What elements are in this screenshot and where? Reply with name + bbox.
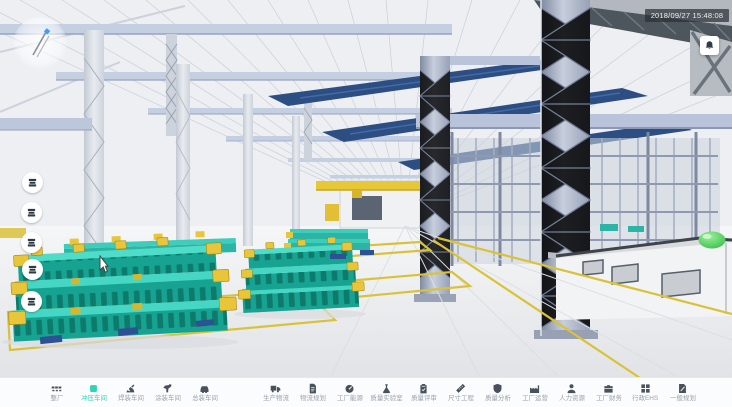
- flask-icon: [381, 383, 392, 394]
- module-production-logistics[interactable]: 生产物流: [257, 378, 294, 407]
- press-machine-icon: [26, 296, 37, 307]
- 3d-viewport[interactable]: [0, 0, 732, 378]
- notification-button[interactable]: [700, 36, 719, 55]
- scene-3d: [0, 0, 732, 378]
- press-machine-icon: [26, 207, 37, 218]
- welding-shop-icon: [125, 383, 136, 394]
- document-icon: [307, 383, 318, 394]
- person-icon: [566, 383, 577, 394]
- module-factory-energy[interactable]: 工厂能源: [331, 378, 368, 407]
- compass-icon: [13, 17, 67, 71]
- assembly-shop-icon: [199, 383, 210, 394]
- timestamp-chip: 2018/09/27 15:48:08: [645, 9, 729, 22]
- stamping-shop-icon: [88, 383, 99, 394]
- module-factory-operations[interactable]: 工厂运营: [516, 378, 553, 407]
- machine-hotspot-3[interactable]: [21, 232, 42, 253]
- module-quality-analysis[interactable]: 质量分析: [479, 378, 516, 407]
- briefcase-icon: [603, 383, 614, 394]
- clipboard-icon: [418, 383, 429, 394]
- module-quality-review[interactable]: 质量评审: [405, 378, 442, 407]
- ruler-icon: [455, 383, 466, 394]
- plant-overview-icon: [51, 383, 62, 394]
- compass-widget[interactable]: [13, 17, 67, 71]
- painting-shop-icon: [162, 383, 173, 394]
- tab-assembly-shop[interactable]: 总装车间: [186, 378, 223, 407]
- module-general-planning[interactable]: 一般规划: [664, 378, 701, 407]
- press-machine-icon: [27, 177, 38, 188]
- green-status-marker[interactable]: [699, 232, 726, 249]
- gauge-icon: [344, 383, 355, 394]
- app-window: 2018/09/27 15:48:08 整厂 冲压车间: [0, 0, 732, 407]
- module-quality-lab[interactable]: 质量实验室: [368, 378, 405, 407]
- tab-whole-plant[interactable]: 整厂: [38, 378, 75, 407]
- machine-hotspot-5[interactable]: [21, 291, 42, 312]
- machine-hotspot-1[interactable]: [22, 172, 43, 193]
- truck-icon: [270, 383, 281, 394]
- press-machine-icon: [26, 237, 37, 248]
- bell-icon: [704, 40, 715, 51]
- machine-hotspot-2[interactable]: [21, 202, 42, 223]
- tab-welding-shop[interactable]: 焊装车间: [112, 378, 149, 407]
- module-factory-finance[interactable]: 工厂财务: [590, 378, 627, 407]
- shield-icon: [492, 383, 503, 394]
- module-logistics-planning[interactable]: 物流规划: [294, 378, 331, 407]
- module-dimension-engineering[interactable]: 尺寸工程: [442, 378, 479, 407]
- module-human-resources[interactable]: 人力资源: [553, 378, 590, 407]
- tab-stamping-shop[interactable]: 冲压车间: [75, 378, 112, 407]
- machine-hotspot-4[interactable]: [22, 259, 43, 280]
- bottom-toolbar: 整厂 冲压车间 焊装车间 涂装车间 总装车间 生产物流 物流规划: [0, 377, 732, 407]
- plan-icon: [677, 383, 688, 394]
- factory-icon: [529, 383, 540, 394]
- toolbar-spacer: [223, 378, 257, 407]
- tab-painting-shop[interactable]: 涂装车间: [149, 378, 186, 407]
- module-admin-ehs[interactable]: 行政EHS: [627, 378, 664, 407]
- grid-icon: [640, 383, 651, 394]
- press-machine-icon: [27, 264, 38, 275]
- column-a: [414, 56, 456, 302]
